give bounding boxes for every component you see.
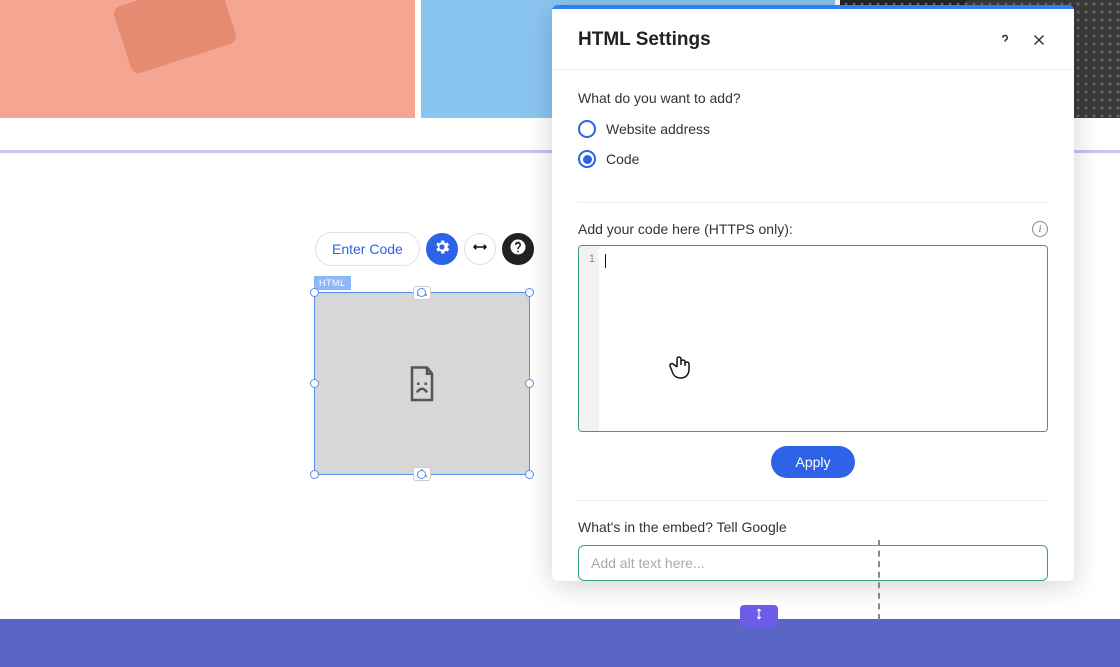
radio-icon (578, 120, 596, 138)
resize-handle-se[interactable] (525, 470, 534, 479)
vertical-resize-icon (752, 607, 766, 626)
resize-handle-n[interactable] (417, 288, 426, 297)
radio-icon (578, 150, 596, 168)
info-icon: i (1039, 224, 1042, 235)
radio-label: Code (606, 151, 639, 167)
radio-code[interactable]: Code (578, 150, 1048, 168)
canvas-tile-coral (0, 0, 415, 118)
alt-text-input[interactable] (578, 545, 1048, 581)
resize-handle-nw[interactable] (310, 288, 319, 297)
info-button[interactable]: i (1032, 221, 1048, 237)
radio-label: Website address (606, 121, 710, 137)
embed-seo-label: What's in the embed? Tell Google (578, 519, 1048, 535)
code-editor-label: Add your code here (HTTPS only): (578, 221, 793, 237)
modal-title: HTML Settings (578, 29, 980, 51)
question-icon (996, 36, 1014, 53)
help-button[interactable] (502, 233, 534, 265)
broken-file-icon (407, 365, 437, 403)
resize-handle-s[interactable] (417, 470, 426, 479)
gear-icon (433, 238, 451, 261)
code-gutter: 1 (579, 246, 599, 431)
widget-type-label: HTML (314, 276, 351, 290)
page-footer (0, 619, 1120, 667)
html-widget[interactable]: HTML (314, 292, 530, 475)
stretch-button[interactable] (464, 233, 496, 265)
radio-website-address[interactable]: Website address (578, 120, 1048, 138)
modal-header: HTML Settings (552, 9, 1074, 70)
html-settings-modal: HTML Settings What do you want to add? W… (552, 5, 1074, 581)
horizontal-resize-icon (471, 238, 489, 261)
modal-close-button[interactable] (1030, 31, 1048, 49)
settings-button[interactable] (426, 233, 458, 265)
code-textarea[interactable] (599, 246, 1047, 431)
section-resize-handle[interactable] (740, 605, 778, 627)
widget-toolbar: Enter Code (315, 232, 534, 266)
modal-help-button[interactable] (996, 31, 1014, 49)
question-icon (509, 238, 527, 261)
resize-handle-w[interactable] (310, 379, 319, 388)
add-type-question: What do you want to add? (578, 90, 1048, 106)
line-number: 1 (583, 253, 595, 265)
resize-handle-sw[interactable] (310, 470, 319, 479)
guide-line (878, 540, 880, 620)
resize-handle-e[interactable] (525, 379, 534, 388)
close-icon (1030, 36, 1048, 53)
enter-code-button[interactable]: Enter Code (315, 232, 420, 266)
code-editor[interactable]: 1 (578, 245, 1048, 432)
resize-handle-ne[interactable] (525, 288, 534, 297)
apply-button[interactable]: Apply (771, 446, 854, 478)
modal-body: What do you want to add? Website address… (552, 70, 1074, 581)
